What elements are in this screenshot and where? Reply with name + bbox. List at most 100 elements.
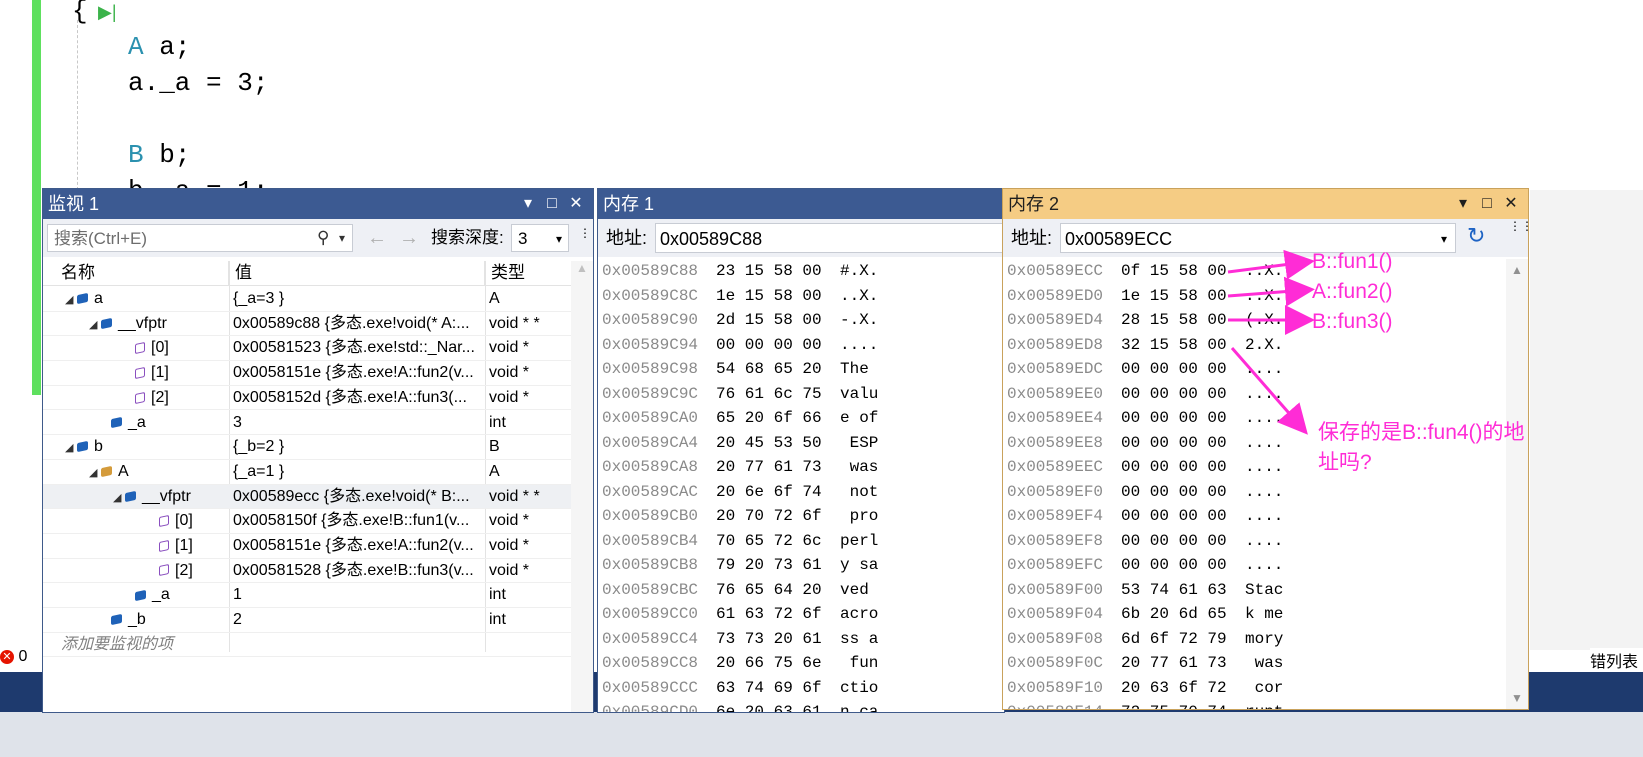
watch-row-a[interactable]: ◢ a {_a=3 } A	[43, 287, 571, 312]
memory-row[interactable]: 0x00589C98 54 68 65 20 The	[602, 357, 878, 382]
memory2-address-input[interactable]: 0x00589ECC ▾	[1060, 223, 1456, 253]
memory-row[interactable]: 0x00589C8C 1e 15 58 00 ..X.	[602, 284, 878, 309]
memory-row[interactable]: 0x00589F10 20 63 6f 72 cor	[1007, 676, 1283, 701]
memory-row[interactable]: 0x00589F0C 20 77 61 73 was	[1007, 651, 1283, 676]
watch-title-bar[interactable]: 监视 1 ▾ □ ✕	[43, 189, 593, 219]
scroll-down-icon[interactable]: ▼	[1506, 691, 1528, 705]
scroll-up-icon[interactable]: ▲	[571, 261, 593, 275]
search-options-chevron-icon[interactable]: ▾	[339, 224, 345, 252]
memory-row[interactable]: 0x00589ECC 0f 15 58 00 ..X.	[1007, 259, 1283, 284]
memory-row[interactable]: 0x00589CB4 70 65 72 6c perl	[602, 529, 878, 554]
search-icon[interactable]: ⚲	[317, 224, 329, 252]
memory-row[interactable]: 0x00589F1472 75 70 74rupt	[1007, 700, 1283, 709]
watch-search-input[interactable]: 搜索(Ctrl+E)	[47, 224, 353, 252]
memory-row[interactable]: 0x00589CA8 20 77 61 73 was	[602, 455, 878, 480]
memory-row[interactable]: 0x00589F08 6d 6f 72 79 mory	[1007, 627, 1283, 652]
memory-row[interactable]: 0x00589EF0 00 00 00 00....	[1007, 480, 1283, 505]
watch-row-a-vf2[interactable]: [2] 0x0058152d {多态.exe!A::fun3(... void …	[43, 386, 571, 411]
add-watch-item[interactable]: 添加要监视的项	[43, 633, 241, 657]
watch-row-b-vf0[interactable]: [0] 0x0058150f {多态.exe!B::fun1(v... void…	[43, 509, 571, 534]
watch-row-b-vfptr[interactable]: ◢ __vfptr 0x00589ecc {多态.exe!void(* B:...…	[43, 484, 571, 510]
memory-row[interactable]: 0x00589CC4 73 73 20 61 ss a	[602, 627, 878, 652]
memory-row[interactable]: 0x00589CC8 20 66 75 6e fun	[602, 651, 878, 676]
memory-row[interactable]: 0x00589CD0 6e 20 63 61 n ca	[602, 700, 878, 712]
memory-row[interactable]: 0x00589EE0 00 00 00 00....	[1007, 382, 1283, 407]
memory-row[interactable]: 0x00589F00 53 74 61 63 Stac	[1007, 578, 1283, 603]
memory-row[interactable]: 0x00589CAC 20 6e 6f 74 not	[602, 480, 878, 505]
memory2-address-value: 0x00589ECC	[1065, 229, 1173, 249]
maximize-icon[interactable]: □	[541, 189, 563, 219]
address-label: 地址:	[606, 228, 648, 248]
watch-scrollbar[interactable]: ▲	[571, 261, 593, 712]
search-depth-value: 3	[518, 229, 528, 248]
watch-row-b[interactable]: ◢ b {_b=2 } B	[43, 435, 571, 460]
memory-row[interactable]: 0x00589EEC 00 00 00 00....	[1007, 455, 1283, 480]
search-depth-select[interactable]: 3 ▾	[511, 224, 569, 252]
collapse-triangle-icon[interactable]: ◢	[65, 288, 77, 311]
memory-bytes: 70 65 72 6c	[716, 531, 822, 550]
collapse-triangle-icon[interactable]: ◢	[113, 486, 125, 509]
run-to-click-icon[interactable]: ▶|	[98, 2, 117, 23]
memory-row[interactable]: 0x00589EDC 00 00 00 00....	[1007, 357, 1283, 382]
watch-row-base-a[interactable]: ◢ A {_a=1 } A	[43, 460, 571, 485]
memory-row[interactable]: 0x00589ED0 1e 15 58 00 ..X.	[1007, 284, 1283, 309]
collapse-triangle-icon[interactable]: ◢	[65, 436, 77, 459]
collapse-triangle-icon[interactable]: ◢	[89, 461, 101, 484]
memory-row[interactable]: 0x00589CA4 20 45 53 50 ESP	[602, 431, 878, 456]
watch-row-a-vf0[interactable]: [0] 0x00581523 {多态.exe!std::_Nar... void…	[43, 336, 571, 362]
memory-row[interactable]: 0x00589C9C 76 61 6c 75 valu	[602, 382, 878, 407]
row-name: [1]	[175, 537, 193, 554]
memory-row[interactable]: 0x00589EE8 00 00 00 00....	[1007, 431, 1283, 456]
memory-row[interactable]: 0x00589CBC 76 65 64 20 ved	[602, 578, 878, 603]
memory-row[interactable]: 0x00589CA0 65 20 6f 66 e of	[602, 406, 878, 431]
overflow-icon[interactable]: ⋮⋮	[1509, 219, 1528, 233]
memory1-title-bar[interactable]: 内存 1	[598, 189, 1004, 219]
memory2-scrollbar[interactable]: ▲ ▼	[1506, 259, 1528, 709]
memory-row[interactable]: 0x00589C90 2d 15 58 00 -.X.	[602, 308, 878, 333]
watch-row-a-field[interactable]: _a 3 int	[43, 411, 571, 436]
memory-row[interactable]: 0x00589EFC 00 00 00 00....	[1007, 553, 1283, 578]
memory2-title-bar[interactable]: 内存 2 ▾ □ ✕	[1003, 189, 1528, 219]
watch-row-a-vf1[interactable]: [1] 0x0058151e {多态.exe!A::fun2(v... void…	[43, 361, 571, 386]
memory-bytes: 00 00 00 00	[1121, 409, 1227, 427]
memory-row[interactable]: 0x00589EF4 00 00 00 00....	[1007, 504, 1283, 529]
column-value[interactable]: 值	[229, 261, 485, 285]
memory-row[interactable]: 0x00589F04 6b 20 6d 65 k me	[1007, 602, 1283, 627]
memory-row[interactable]: 0x00589EE4 00 00 00 00....	[1007, 406, 1283, 431]
watch-row-b-vf1[interactable]: [1] 0x0058151e {多态.exe!A::fun2(v... void…	[43, 534, 571, 559]
collapse-triangle-icon[interactable]: ◢	[89, 313, 101, 336]
code-editor[interactable]: { ▶| A a; a._a = 3; B b; b._a = 1;	[0, 0, 1643, 395]
chevron-down-icon[interactable]: ▾	[1452, 189, 1474, 219]
memory-row[interactable]: 0x00589CB8 79 20 73 61 y sa	[602, 553, 878, 578]
row-type: int	[489, 413, 506, 431]
refresh-icon[interactable]: ↻	[1467, 223, 1485, 249]
watch-row-b-field[interactable]: _b 2 int	[43, 608, 571, 633]
column-type[interactable]: 类型	[485, 261, 571, 285]
search-previous-icon[interactable]: ←	[367, 224, 387, 252]
chevron-down-icon[interactable]: ▾	[517, 189, 539, 219]
column-name[interactable]: 名称	[55, 261, 229, 285]
watch-row-base-a-field[interactable]: _a 1 int	[43, 583, 571, 609]
watch-row-vfptr[interactable]: ◢ __vfptr 0x00589c88 {多态.exe!void(* A:...…	[43, 312, 571, 337]
error-status[interactable]: ✕ 0	[0, 648, 45, 672]
memory-row[interactable]: 0x00589C88 23 15 58 00 #.X.	[602, 259, 878, 284]
memory-row[interactable]: 0x00589C94 00 00 00 00....	[602, 333, 878, 358]
search-next-icon[interactable]: →	[399, 224, 419, 252]
overflow-icon[interactable]: ⋮⋮	[579, 219, 593, 247]
annotation-fun3: B::fun3()	[1312, 310, 1393, 333]
close-icon[interactable]: ✕	[565, 189, 587, 219]
error-list-tab[interactable]: 错列表符	[1590, 648, 1643, 695]
memory1-address-input[interactable]: 0x00589C88	[655, 223, 1004, 253]
memory-row[interactable]: 0x00589ED4 28 15 58 00 (.X.	[1007, 308, 1283, 333]
memory-row[interactable]: 0x00589EF8 00 00 00 00....	[1007, 529, 1283, 554]
memory-row[interactable]: 0x00589CB0 20 70 72 6f pro	[602, 504, 878, 529]
maximize-icon[interactable]: □	[1476, 189, 1498, 219]
watch-row-b-vf2[interactable]: [2] 0x00581528 {多态.exe!B::fun3(v... void…	[43, 559, 571, 584]
memory-row[interactable]: 0x00589CCC 63 74 69 6f ctio	[602, 676, 878, 701]
memory-row[interactable]: 0x00589CC0 61 63 72 6f acro	[602, 602, 878, 627]
scroll-up-icon[interactable]: ▲	[1506, 263, 1528, 277]
memory-bytes: 20 77 61 73	[1121, 654, 1227, 672]
close-icon[interactable]: ✕	[1500, 189, 1522, 219]
memory-row[interactable]: 0x00589ED8 32 15 58 00 2.X.	[1007, 333, 1283, 358]
watch-row-add[interactable]: 添加要监视的项	[43, 633, 571, 658]
